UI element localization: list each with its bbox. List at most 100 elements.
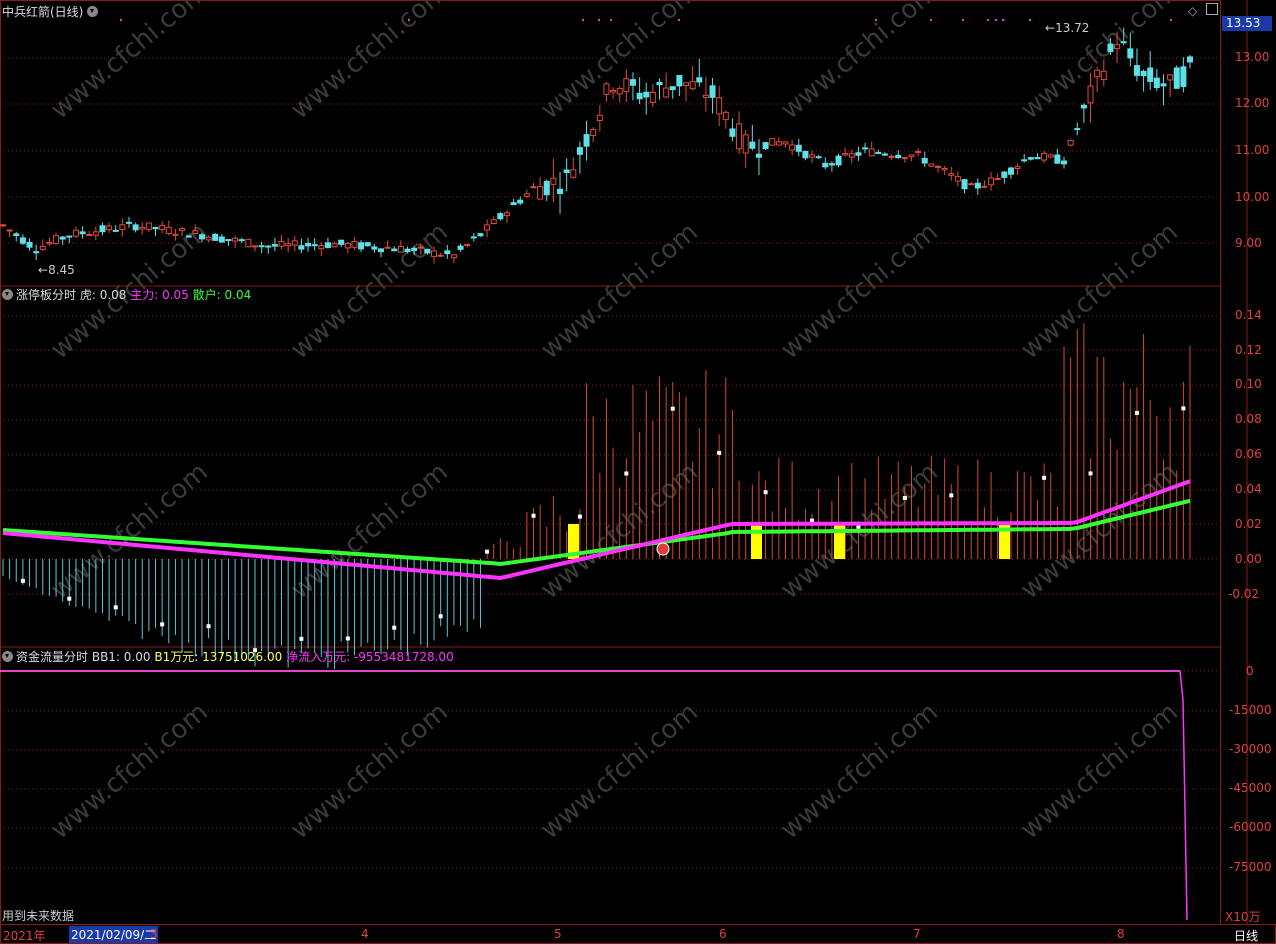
candlestick — [1014, 166, 1021, 169]
signal-dot — [120, 19, 122, 21]
candlestick — [762, 142, 769, 150]
candlestick — [225, 239, 232, 242]
signal-dot — [1029, 19, 1031, 21]
candlestick — [1153, 77, 1160, 89]
indicator-axis-tick: -0.02 — [1228, 587, 1260, 601]
candlestick — [1127, 48, 1134, 59]
candlestick — [835, 155, 842, 166]
period-tab[interactable]: 日线 — [1234, 927, 1258, 944]
stock-chart-canvas[interactable]: www.cfchi.com www.cfchi.com www.cfchi.com w… — [0, 0, 1276, 944]
candlestick — [437, 254, 444, 257]
candlestick — [782, 141, 789, 145]
month-label: 4 — [361, 927, 369, 941]
signal-dot — [995, 19, 997, 21]
tiger-marker — [438, 614, 443, 619]
candlestick — [39, 245, 46, 250]
tiger-marker — [345, 636, 350, 641]
high-price-marker: ←13.72 — [1045, 21, 1090, 35]
current-price-tag: 13.53 — [1222, 16, 1272, 31]
tiger-marker — [624, 471, 629, 476]
candlestick — [59, 236, 66, 240]
candlestick — [576, 147, 583, 155]
tiger-marker — [1181, 406, 1186, 411]
candlestick — [417, 246, 424, 249]
candlestick — [557, 188, 564, 194]
month-label: 6 — [719, 927, 727, 941]
candlestick — [1140, 70, 1147, 77]
candlestick — [822, 162, 829, 168]
candlestick — [278, 241, 285, 247]
candlestick — [689, 81, 696, 90]
tiger-marker — [299, 636, 304, 641]
tiger-value: 虎: 0.08 — [79, 288, 127, 302]
candlestick — [470, 236, 477, 239]
candlestick — [13, 233, 20, 237]
flow-axis-tick: 0 — [1246, 664, 1254, 678]
tiger-marker — [67, 596, 72, 601]
maximize-icon[interactable] — [1206, 3, 1218, 15]
tiger-marker — [392, 625, 397, 630]
stock-title: 中兵红箭(日线) — [2, 5, 101, 19]
candlestick — [404, 248, 411, 253]
candlestick — [988, 177, 995, 186]
watermark-text: www.cfchi.com — [1015, 0, 1184, 125]
flow-menu-icon[interactable] — [2, 651, 13, 662]
candlestick — [464, 244, 471, 247]
diamond-icon[interactable]: ◇ — [1188, 4, 1197, 18]
candlestick — [517, 199, 524, 204]
candlestick — [596, 114, 603, 121]
indicator-axis-tick: 0.06 — [1235, 447, 1262, 461]
tiger-marker — [670, 406, 675, 411]
candlestick — [623, 78, 630, 93]
candlestick — [742, 134, 749, 154]
tiger-marker — [949, 493, 954, 498]
tiger-marker — [20, 578, 25, 583]
candlestick — [106, 225, 113, 231]
candlestick — [1133, 65, 1140, 76]
candlestick — [523, 193, 530, 197]
candlestick — [935, 165, 942, 168]
watermark-text: www.cfchi.com — [285, 697, 454, 845]
candlestick — [537, 186, 544, 200]
cursor-date: 2021/02/09/二 — [69, 926, 159, 943]
candlestick — [570, 169, 577, 178]
candlestick — [543, 180, 550, 196]
candlestick — [371, 246, 378, 250]
tiger-marker — [160, 622, 165, 627]
candlestick — [961, 179, 968, 190]
candlestick — [152, 226, 159, 230]
tiger-marker — [1088, 471, 1093, 476]
candlestick — [218, 236, 225, 243]
candlestick — [172, 233, 179, 236]
indicator-menu-icon[interactable] — [2, 289, 13, 300]
main-force-value: 主力: 0.05 — [130, 288, 189, 302]
signal-dot — [875, 19, 877, 21]
candlestick — [46, 242, 53, 245]
signal-dot — [598, 19, 600, 21]
candlestick — [1160, 83, 1167, 87]
candlestick — [1001, 171, 1008, 178]
watermark-text: www.cfchi.com — [1015, 457, 1184, 605]
signal-dot — [582, 19, 584, 21]
candlestick — [132, 224, 139, 231]
indicator-header: 涨停板分时 虎: 0.08 主力: 0.05 散户: 0.04 — [2, 288, 251, 302]
candlestick — [550, 177, 557, 185]
flow-axis-tick: -60000 — [1229, 820, 1272, 834]
tiger-marker — [717, 450, 722, 455]
candlestick — [258, 245, 265, 248]
candlestick — [19, 237, 26, 244]
indicator-axis-tick: 0.00 — [1235, 552, 1262, 566]
signal-block — [751, 524, 762, 559]
candlestick — [1147, 67, 1154, 82]
candlestick — [663, 87, 670, 98]
candlestick — [510, 202, 517, 206]
month-label: 8 — [1117, 927, 1125, 941]
candlestick — [974, 182, 981, 189]
candlestick — [139, 226, 146, 230]
price-axis-tick: 10.00 — [1235, 190, 1270, 204]
indicator-axis-tick: 0.02 — [1235, 517, 1262, 531]
panel-menu-icon[interactable] — [87, 6, 99, 17]
candlestick — [318, 245, 325, 250]
candlestick — [298, 245, 305, 250]
candlestick — [291, 240, 298, 246]
